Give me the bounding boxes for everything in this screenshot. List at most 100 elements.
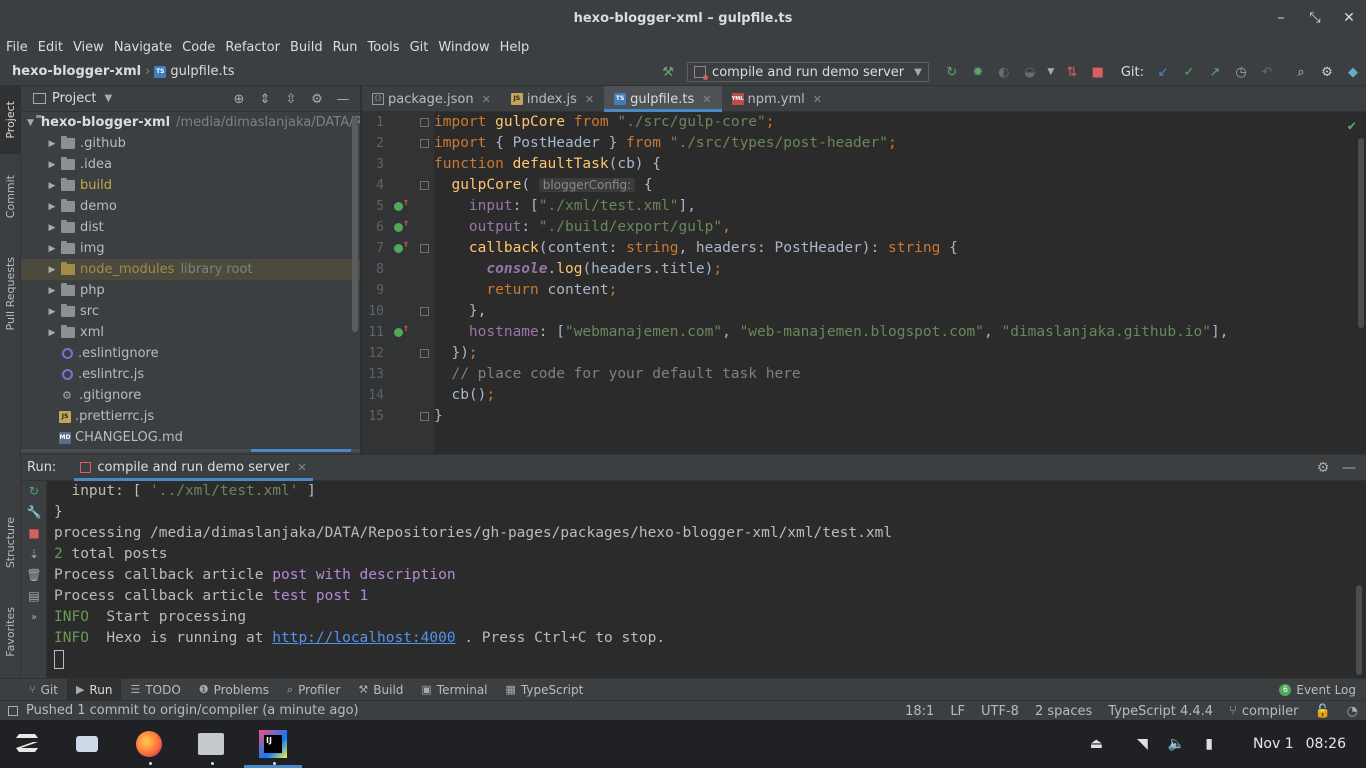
chevron-right-icon[interactable]: ▶ [45, 160, 59, 170]
debug-icon[interactable]: ✹ [967, 61, 989, 83]
lock-icon[interactable]: 🔓 [1314, 704, 1330, 719]
tree-item[interactable]: ▶ .idea [21, 154, 360, 175]
fold-marker-icon[interactable] [420, 349, 429, 358]
tree-item[interactable]: ▶ img [21, 238, 360, 259]
tree-item[interactable]: ▶ xml [21, 322, 360, 343]
menu-navigate[interactable]: Navigate [114, 40, 172, 55]
bottom-tab-build[interactable]: ⚒ Build [349, 679, 412, 701]
menu-refactor[interactable]: Refactor [225, 40, 280, 55]
expand-all-icon[interactable]: ⇕ [252, 92, 278, 107]
project-panel-title[interactable]: Project [52, 91, 96, 106]
coverage-icon[interactable]: ◐ [993, 61, 1015, 83]
history-icon[interactable]: ◷ [1230, 61, 1252, 83]
code-line[interactable]: 2 import { PostHeader } from "./src/types… [362, 133, 1366, 154]
chevron-right-icon[interactable]: ▶ [45, 223, 59, 233]
implements-member-icon[interactable]: ↑ [394, 323, 409, 338]
wifi-icon[interactable]: ◥ [1137, 736, 1148, 752]
line-separator[interactable]: LF [950, 704, 965, 719]
bottom-tab-terminal[interactable]: ▣ Terminal [412, 679, 496, 701]
code-line[interactable]: 15} [362, 406, 1366, 427]
console-link[interactable]: http://localhost:4000 [272, 630, 455, 646]
tree-item[interactable]: .eslintrc.js [21, 364, 360, 385]
taskbar-workspaces[interactable] [58, 720, 116, 768]
project-horizontal-scrollbar[interactable] [21, 449, 360, 452]
cursor-position[interactable]: 18:1 [905, 704, 934, 719]
console-output[interactable]: input: [ '../xml/test.xml' ]} processing … [54, 481, 1354, 679]
more-run-chevron-icon[interactable]: ▼ [1045, 61, 1057, 83]
panel-toggle-icon[interactable] [8, 705, 18, 716]
git-push-icon[interactable]: ↗ [1204, 61, 1226, 83]
wrench-icon[interactable]: 🔧 [21, 502, 47, 523]
menu-window[interactable]: Window [438, 40, 489, 55]
tree-item[interactable]: ▶ src [21, 301, 360, 322]
console-input-line[interactable] [54, 649, 1354, 670]
hide-panel-icon[interactable]: — [330, 92, 356, 107]
bottom-tab-todo[interactable]: ☰ TODO [121, 679, 189, 701]
tool-window-pull-requests[interactable]: Pull Requests [0, 244, 21, 344]
menu-help[interactable]: Help [500, 40, 530, 55]
chevron-right-icon[interactable]: ▶ [45, 244, 59, 254]
restore-icon[interactable]: ⤡ [1298, 10, 1332, 26]
attach-icon[interactable]: ⇅ [1061, 61, 1083, 83]
ide-logo-icon[interactable]: ◆ [1342, 61, 1364, 83]
menu-git[interactable]: Git [410, 40, 429, 55]
breadcrumb-file[interactable]: gulpfile.ts [170, 64, 234, 79]
tree-item[interactable]: ▶ demo [21, 196, 360, 217]
menu-edit[interactable]: Edit [38, 40, 63, 55]
language-service[interactable]: TypeScript 4.4.4 [1108, 704, 1213, 719]
code-line[interactable]: 9 return content; [362, 280, 1366, 301]
bottom-tab-git[interactable]: ⑂ Git [20, 679, 67, 701]
zorin-menu-button[interactable] [0, 720, 54, 768]
fold-marker-icon[interactable] [420, 139, 429, 148]
event-log-button[interactable]: 6 Event Log [1279, 679, 1356, 701]
code-line[interactable]: 13 // place code for your default task h… [362, 364, 1366, 385]
editor-tab[interactable]: JS index.js ✕ [501, 86, 604, 112]
close-icon[interactable]: ✕ [297, 461, 306, 474]
tree-item[interactable]: ▶ dist [21, 217, 360, 238]
bottom-tab-problems[interactable]: ❶ Problems [190, 679, 278, 701]
code-line[interactable]: 5 ↑ input: ["./xml/test.xml"], [362, 196, 1366, 217]
memory-indicator-icon[interactable]: ◔ [1347, 704, 1358, 719]
settings-gear-icon[interactable]: ⚙ [304, 92, 330, 107]
stop-icon[interactable]: ■ [1087, 61, 1109, 83]
trash-icon[interactable]: 🗑 [21, 565, 47, 586]
tree-item[interactable]: JS .prettierrc.js [21, 406, 360, 427]
chevron-right-icon[interactable]: ▶ [45, 202, 59, 212]
console-scrollbar[interactable] [1356, 585, 1362, 675]
chevron-right-icon[interactable]: ▶ [45, 307, 59, 317]
rerun-icon[interactable]: ↻ [941, 61, 963, 83]
code-line[interactable]: 11 ↑ hostname: ["webmanajemen.com", "web-… [362, 322, 1366, 343]
search-icon[interactable]: ⌕ [1290, 61, 1312, 83]
menu-run[interactable]: Run [333, 40, 358, 55]
collapse-all-icon[interactable]: ⇳ [278, 92, 304, 107]
editor-tab[interactable]: {} package.json ✕ [362, 86, 501, 112]
tree-item[interactable]: ▶ .github [21, 133, 360, 154]
profile-icon[interactable]: ◒ [1019, 61, 1041, 83]
chevron-right-icon[interactable]: ▶ [45, 181, 59, 191]
code-line[interactable]: 8 console.log(headers.title); [362, 259, 1366, 280]
menu-code[interactable]: Code [182, 40, 215, 55]
implements-member-icon[interactable]: ↑ [394, 218, 409, 233]
editor-tab[interactable]: TS gulpfile.ts ✕ [604, 86, 722, 112]
code-line[interactable]: 4 gulpCore( bloggerConfig: { [362, 175, 1366, 196]
code-line[interactable]: 14 cb(); [362, 385, 1366, 406]
volume-icon[interactable]: 🔈 [1168, 736, 1185, 752]
project-scrollbar[interactable] [352, 116, 358, 332]
settings-gear-icon[interactable]: ⚙ [1316, 61, 1338, 83]
code-line[interactable]: 6 ↑ output: "./build/export/gulp", [362, 217, 1366, 238]
clock[interactable]: Nov 1 08:26 [1253, 736, 1346, 752]
bottom-tab-typescript[interactable]: ▦ TypeScript [497, 679, 593, 701]
run-configuration-select[interactable]: compile and run demo server ▼ [687, 62, 929, 82]
git-update-icon[interactable]: ↙ [1152, 61, 1174, 83]
minimize-icon[interactable]: – [1264, 10, 1298, 26]
chevron-right-icon[interactable]: ▶ [45, 286, 59, 296]
scroll-to-end-icon[interactable]: ⇣ [21, 544, 47, 565]
editor-tab[interactable]: YML npm.yml ✕ [722, 86, 832, 112]
tree-root[interactable]: ▼ hexo-blogger-xml /media/dimaslanjaka/D… [21, 112, 360, 133]
no-problems-check-icon[interactable]: ✔ [1348, 118, 1356, 134]
code-line[interactable]: 1 import gulpCore from "./src/gulp-core"; [362, 112, 1366, 133]
hide-panel-icon[interactable]: — [1336, 460, 1362, 476]
close-icon[interactable]: ✕ [482, 93, 491, 106]
tree-item[interactable]: ▶ build [21, 175, 360, 196]
implements-member-icon[interactable]: ↑ [394, 239, 409, 254]
